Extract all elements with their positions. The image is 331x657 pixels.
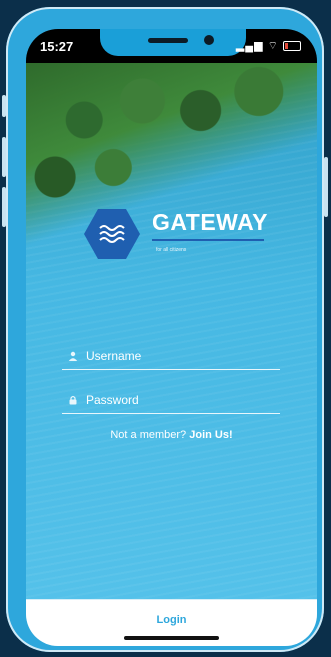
member-question: Not a member? xyxy=(110,429,187,441)
camera-icon xyxy=(204,35,214,45)
user-icon xyxy=(68,351,78,361)
brand-tagline: for all citizens xyxy=(156,247,187,253)
username-field[interactable]: Username xyxy=(62,347,280,370)
username-placeholder: Username xyxy=(86,349,142,363)
status-time: 15:27 xyxy=(40,39,74,54)
volume-up-button xyxy=(2,137,6,177)
mute-button xyxy=(2,95,6,117)
wifi-icon: ⌔ xyxy=(267,40,279,52)
join-us-link[interactable]: Join Us! xyxy=(189,429,232,441)
phone-frame: 15:27 ▂▄▆ ⌔ GATEWAY for all citizens Use… xyxy=(2,7,328,652)
brand-name: GATEWAY xyxy=(152,209,268,235)
notch xyxy=(100,29,246,56)
home-indicator[interactable] xyxy=(124,636,219,640)
power-button xyxy=(324,157,328,217)
signal-icon: ▂▄▆ xyxy=(235,40,264,52)
password-field[interactable]: Password xyxy=(62,391,280,414)
status-icons: ▂▄▆ ⌔ xyxy=(236,39,301,53)
brand-underline xyxy=(152,239,264,241)
login-button[interactable]: Login xyxy=(26,599,317,646)
phone-screen: 15:27 ▂▄▆ ⌔ GATEWAY for all citizens Use… xyxy=(26,29,317,646)
volume-down-button xyxy=(2,187,6,227)
password-placeholder: Password xyxy=(86,393,139,407)
waves-icon xyxy=(99,225,125,243)
lock-icon xyxy=(69,395,77,405)
battery-icon xyxy=(283,41,301,52)
app-logo: GATEWAY for all citizens xyxy=(84,209,274,269)
login-label: Login xyxy=(156,614,187,626)
speaker-icon xyxy=(148,38,188,43)
member-prompt: Not a member? Join Us! xyxy=(26,429,317,441)
